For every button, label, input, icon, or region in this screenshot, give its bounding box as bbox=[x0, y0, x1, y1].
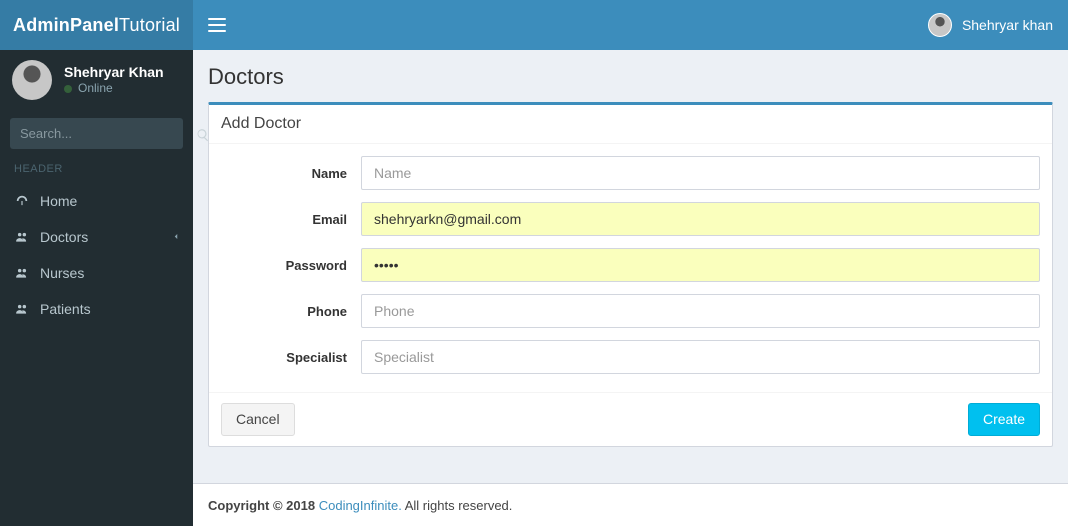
sidebar-item-label: Doctors bbox=[40, 229, 88, 245]
label-password: Password bbox=[221, 258, 361, 273]
footer-copyright: Copyright © 2018 bbox=[208, 498, 319, 513]
sidebar-item-nurses[interactable]: Nurses bbox=[0, 255, 193, 291]
status-dot-icon bbox=[64, 85, 72, 93]
sidebar-item-home[interactable]: Home bbox=[0, 183, 193, 219]
sidebar-item-patients[interactable]: Patients bbox=[0, 291, 193, 327]
avatar-icon bbox=[12, 60, 52, 100]
specialist-field[interactable] bbox=[361, 340, 1040, 374]
chevron-left-icon bbox=[171, 232, 181, 243]
email-field[interactable] bbox=[361, 202, 1040, 236]
brand-logo[interactable]: AdminPanelTutorial bbox=[0, 0, 193, 50]
panel-title: Add Doctor bbox=[209, 105, 1052, 144]
footer: Copyright © 2018 CodingInfinite. All rig… bbox=[193, 483, 1068, 526]
sidebar-item-label: Home bbox=[40, 193, 77, 209]
brand-light: Tutorial bbox=[119, 15, 180, 35]
topbar: AdminPanelTutorial Shehryar khan bbox=[0, 0, 1068, 50]
sidebar-user-status-label: Online bbox=[78, 81, 113, 97]
create-button[interactable]: Create bbox=[968, 403, 1040, 436]
sidebar-user-name: Shehryar Khan bbox=[64, 63, 164, 81]
password-field[interactable] bbox=[361, 248, 1040, 282]
sidebar: Shehryar Khan Online HEADER Home Doctors bbox=[0, 50, 193, 526]
content-body: Add Doctor Name Email Password Phone bbox=[193, 100, 1068, 483]
topbar-user-name: Shehryar khan bbox=[962, 17, 1053, 33]
panel-add-doctor: Add Doctor Name Email Password Phone bbox=[208, 102, 1053, 447]
page-title: Doctors bbox=[208, 64, 1053, 90]
panel-footer: Cancel Create bbox=[209, 392, 1052, 446]
sidebar-search[interactable] bbox=[10, 118, 183, 149]
form-row-password: Password bbox=[221, 248, 1040, 282]
brand-bold: AdminPanel bbox=[13, 15, 119, 35]
hamburger-icon[interactable] bbox=[208, 18, 226, 32]
form-row-specialist: Specialist bbox=[221, 340, 1040, 374]
form-row-email: Email bbox=[221, 202, 1040, 236]
search-input[interactable] bbox=[20, 118, 196, 149]
sidebar-user-status: Online bbox=[64, 81, 164, 97]
content-header: Doctors bbox=[193, 50, 1068, 100]
phone-field[interactable] bbox=[361, 294, 1040, 328]
users-icon bbox=[14, 266, 30, 280]
label-specialist: Specialist bbox=[221, 350, 361, 365]
form: Name Email Password Phone Specialist bbox=[209, 144, 1052, 392]
users-icon bbox=[14, 302, 30, 316]
name-field[interactable] bbox=[361, 156, 1040, 190]
form-row-name: Name bbox=[221, 156, 1040, 190]
sidebar-section-header: HEADER bbox=[0, 149, 193, 183]
avatar-icon bbox=[928, 13, 952, 37]
sidebar-menu: Home Doctors Nurses Patients bbox=[0, 183, 193, 327]
label-name: Name bbox=[221, 166, 361, 181]
footer-suffix: All rights reserved. bbox=[405, 498, 513, 513]
form-row-phone: Phone bbox=[221, 294, 1040, 328]
users-icon bbox=[14, 230, 30, 244]
dashboard-icon bbox=[14, 194, 30, 208]
topbar-user[interactable]: Shehryar khan bbox=[928, 13, 1053, 37]
content: Doctors Add Doctor Name Email Password bbox=[193, 50, 1068, 483]
cancel-button[interactable]: Cancel bbox=[221, 403, 295, 436]
sidebar-item-doctors[interactable]: Doctors bbox=[0, 219, 193, 255]
sidebar-item-label: Patients bbox=[40, 301, 91, 317]
label-phone: Phone bbox=[221, 304, 361, 319]
sidebar-user-panel: Shehryar Khan Online bbox=[0, 50, 193, 110]
label-email: Email bbox=[221, 212, 361, 227]
navbar: Shehryar khan bbox=[193, 0, 1068, 50]
footer-link[interactable]: CodingInfinite. bbox=[319, 498, 402, 513]
sidebar-item-label: Nurses bbox=[40, 265, 84, 281]
